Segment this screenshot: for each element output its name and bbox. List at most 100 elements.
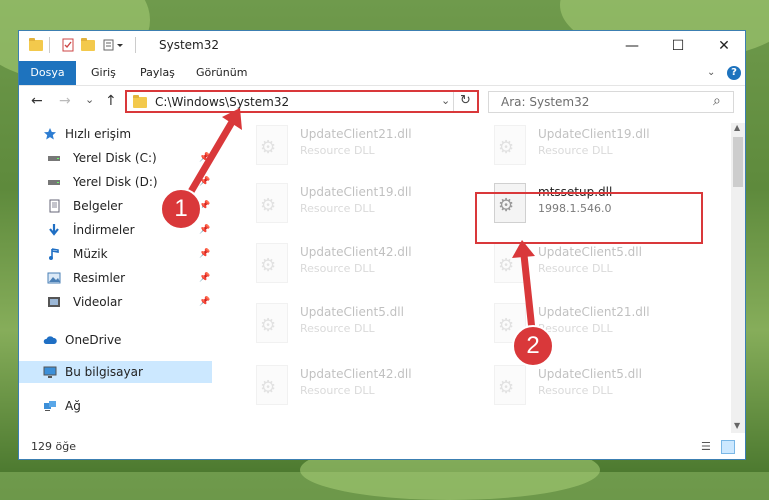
pin-icon[interactable]: 📌 bbox=[199, 267, 210, 289]
gear-icon: ⚙ bbox=[498, 377, 515, 398]
expand-ribbon-icon[interactable]: ⌄ bbox=[707, 61, 715, 85]
sidebar-item-label: Yerel Disk (D:) bbox=[73, 175, 158, 189]
network-icon bbox=[44, 401, 56, 411]
navigation-bar: ← → ⌄ ↑ C:\Windows\System32 ⌄ ↻ Ara: Sys… bbox=[19, 87, 745, 119]
pin-icon[interactable]: 📌 bbox=[199, 291, 210, 313]
search-icon[interactable]: ⌕ bbox=[713, 93, 721, 109]
file-item[interactable]: ⚙ UpdateClient19.dll Resource DLL bbox=[240, 181, 460, 231]
customize-toolbar-icon[interactable] bbox=[103, 38, 123, 52]
file-name: UpdateClient19.dll bbox=[538, 127, 650, 141]
address-bar[interactable]: C:\Windows\System32 ⌄ ↻ bbox=[125, 90, 479, 113]
file-description: Resource DLL bbox=[538, 262, 613, 275]
search-input[interactable]: Ara: System32 ⌕ bbox=[488, 91, 734, 113]
sidebar-item-label: Hızlı erişim bbox=[65, 127, 132, 141]
status-bar: 129 öğe ☰ bbox=[19, 435, 745, 459]
file-name: UpdateClient42.dll bbox=[300, 245, 412, 259]
refresh-button[interactable]: ↻ bbox=[460, 93, 471, 108]
file-description: Resource DLL bbox=[300, 262, 375, 275]
gear-icon: ⚙ bbox=[498, 315, 515, 336]
sidebar-item-label: Bu bilgisayar bbox=[65, 365, 143, 379]
cloud-icon bbox=[43, 336, 57, 344]
details-view-icon[interactable]: ☰ bbox=[701, 440, 711, 453]
callout-marker-1: 1 bbox=[160, 188, 202, 230]
file-item[interactable]: ⚙ UpdateClient42.dll Resource DLL bbox=[240, 363, 460, 413]
new-folder-icon[interactable] bbox=[81, 38, 95, 52]
tab-file[interactable]: Dosya bbox=[19, 61, 76, 85]
tab-share[interactable]: Paylaş bbox=[140, 61, 175, 85]
gear-icon: ⚙ bbox=[498, 137, 515, 158]
folder-icon[interactable] bbox=[29, 38, 43, 52]
sidebar-item-network[interactable]: Ağ bbox=[19, 395, 212, 417]
pictures-icon bbox=[47, 272, 61, 284]
divider bbox=[135, 37, 136, 53]
folder-icon bbox=[133, 95, 147, 108]
sidebar-item-pictures[interactable]: Resimler 📌 bbox=[19, 267, 212, 289]
file-description: Resource DLL bbox=[538, 384, 613, 397]
back-button[interactable]: ← bbox=[31, 93, 43, 109]
maximize-button[interactable]: ☐ bbox=[655, 31, 701, 61]
file-item[interactable]: ⚙ UpdateClient5.dll Resource DLL bbox=[478, 241, 698, 291]
sidebar-item-music[interactable]: Müzik 📌 bbox=[19, 243, 212, 265]
scrollbar-thumb[interactable] bbox=[733, 137, 743, 187]
pin-icon[interactable]: 📌 bbox=[199, 171, 210, 193]
properties-icon[interactable] bbox=[61, 38, 75, 52]
file-explorer-window: System32 — ☐ ✕ Dosya Giriş Paylaş Görünü… bbox=[18, 30, 746, 460]
gear-icon: ⚙ bbox=[260, 315, 277, 336]
sidebar-item-label: OneDrive bbox=[65, 333, 122, 347]
scroll-up-icon[interactable]: ▲ bbox=[734, 123, 740, 132]
gear-icon: ⚙ bbox=[260, 137, 277, 158]
file-item[interactable]: ⚙ UpdateClient5.dll Resource DLL bbox=[240, 301, 460, 351]
file-item[interactable]: ⚙ UpdateClient5.dll Resource DLL bbox=[478, 363, 698, 413]
close-button[interactable]: ✕ bbox=[701, 31, 745, 61]
search-placeholder: Ara: System32 bbox=[501, 95, 590, 109]
file-item[interactable]: ⚙ UpdateClient19.dll Resource DLL bbox=[478, 123, 698, 173]
sidebar-item-label: Müzik bbox=[73, 247, 108, 261]
file-description: Resource DLL bbox=[300, 144, 375, 157]
scroll-down-icon[interactable]: ▼ bbox=[734, 421, 740, 430]
sidebar-item-label: Belgeler bbox=[73, 199, 123, 213]
tab-home[interactable]: Giriş bbox=[91, 61, 116, 85]
address-path[interactable]: C:\Windows\System32 bbox=[155, 95, 289, 109]
file-name: UpdateClient19.dll bbox=[300, 185, 412, 199]
drive-icon bbox=[48, 156, 60, 161]
videos-icon bbox=[48, 297, 60, 307]
pin-icon[interactable]: 📌 bbox=[199, 219, 210, 241]
download-icon bbox=[49, 224, 59, 236]
sidebar-item-this-pc[interactable]: Bu bilgisayar bbox=[19, 361, 212, 383]
up-button[interactable]: ↑ bbox=[105, 93, 117, 109]
recent-locations-button[interactable]: ⌄ bbox=[85, 93, 94, 106]
sidebar-item-quick-access[interactable]: Hızlı erişim bbox=[19, 123, 212, 145]
help-icon[interactable]: ? bbox=[727, 66, 741, 80]
sidebar-item-local-disk-c[interactable]: Yerel Disk (C:) 📌 bbox=[19, 147, 212, 169]
file-list: ⚙ UpdateClient21.dll Resource DLL ⚙ Upda… bbox=[226, 123, 731, 428]
sidebar-item-videos[interactable]: Videolar 📌 bbox=[19, 291, 212, 313]
gear-icon: ⚙ bbox=[260, 195, 277, 216]
file-item[interactable]: ⚙ UpdateClient21.dll Resource DLL bbox=[240, 123, 460, 173]
tab-view[interactable]: Görünüm bbox=[196, 61, 247, 85]
file-name: UpdateClient5.dll bbox=[538, 367, 642, 381]
file-description: Resource DLL bbox=[300, 384, 375, 397]
callout-marker-2: 2 bbox=[512, 325, 554, 367]
minimize-button[interactable]: — bbox=[609, 31, 655, 61]
computer-icon bbox=[43, 366, 57, 378]
large-icons-view-icon[interactable] bbox=[721, 440, 735, 454]
gear-icon: ⚙ bbox=[260, 255, 277, 276]
pin-icon[interactable]: 📌 bbox=[199, 147, 210, 169]
sidebar-item-label: Ağ bbox=[65, 399, 81, 413]
vertical-scrollbar[interactable]: ▲ ▼ bbox=[731, 123, 745, 433]
file-name: UpdateClient21.dll bbox=[300, 127, 412, 141]
file-item[interactable]: ⚙ UpdateClient21.dll Resource DLL bbox=[478, 301, 698, 351]
sidebar-item-label: Resimler bbox=[73, 271, 126, 285]
pin-icon[interactable]: 📌 bbox=[199, 243, 210, 265]
divider bbox=[453, 92, 454, 111]
sidebar-item-onedrive[interactable]: OneDrive bbox=[19, 329, 212, 351]
sidebar-item-label: İndirmeler bbox=[73, 223, 135, 237]
window-title: System32 bbox=[159, 38, 220, 52]
forward-button[interactable]: → bbox=[59, 93, 71, 109]
navigation-pane: Hızlı erişim Yerel Disk (C:) 📌 Yerel Dis… bbox=[19, 123, 212, 433]
address-dropdown-icon[interactable]: ⌄ bbox=[441, 94, 450, 107]
gear-icon: ⚙ bbox=[498, 255, 515, 276]
sidebar-item-label: Yerel Disk (C:) bbox=[73, 151, 157, 165]
star-icon bbox=[44, 128, 56, 140]
file-item[interactable]: ⚙ UpdateClient42.dll Resource DLL bbox=[240, 241, 460, 291]
